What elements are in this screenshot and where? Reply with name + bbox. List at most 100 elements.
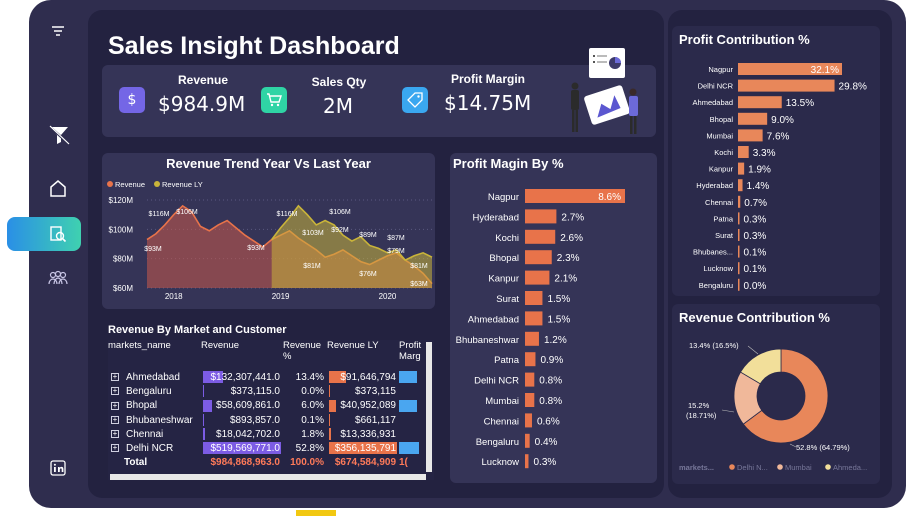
col-revenue[interactable]: Revenue [201, 340, 283, 370]
report-icon[interactable] [44, 222, 72, 246]
table-row[interactable]: + Ahmedabad $132,307,441.0 13.4% $91,646,794 [108, 370, 424, 384]
profit-margin-cell [399, 441, 424, 455]
data-label: $89M [359, 232, 377, 239]
category-label: Nagpur [488, 192, 519, 203]
value-label: 0.3% [533, 457, 556, 468]
table-header-row: markets_name Revenue Revenue % Revenue L… [108, 340, 424, 370]
category-label: Hyderabad [696, 181, 733, 190]
market-name: Bengaluru [126, 385, 172, 397]
expand-icon[interactable]: + [111, 444, 119, 453]
col-revenue-ly[interactable]: Revenue LY [327, 340, 399, 370]
margin-value: $14.75M [444, 91, 532, 115]
market-name-cell: + Bhubaneshwar [108, 413, 201, 427]
revenue-cell: $373,115.0 [201, 384, 283, 398]
expand-icon[interactable]: + [111, 373, 119, 381]
filter-icon[interactable] [44, 20, 72, 42]
bar [738, 112, 768, 125]
value-label: 2.1% [554, 274, 577, 285]
revenue-ly-cell: $13,336,931 [327, 427, 399, 441]
accent-strip [296, 510, 336, 516]
legend-label: Delhi N... [737, 463, 768, 472]
value-label: 0.1% [744, 248, 767, 259]
table-title: Revenue By Market and Customer [108, 324, 287, 336]
revenue-label: Revenue [177, 73, 229, 87]
market-name: Chennai [126, 428, 164, 440]
clear-filter-icon[interactable] [44, 122, 74, 148]
bar [738, 195, 741, 208]
revenue-ly-value: $91,646,794 [340, 371, 396, 383]
col-profit-margin[interactable]: Profit Marg [399, 340, 424, 370]
bar [738, 212, 740, 225]
category-label: Bhopal [489, 253, 519, 264]
table-row[interactable]: + Delhi NCR $519,569,771.0 52.8% $356,135,79… [108, 441, 424, 455]
leader-line [721, 409, 735, 413]
category-label: Surat [496, 294, 519, 305]
value-label: 2.7% [561, 212, 584, 223]
y-tick-label: $60M [113, 284, 133, 293]
bar [525, 209, 557, 224]
table-row[interactable]: + Bengaluru $373,115.0 0.0% $373,115 [108, 384, 424, 398]
customers-icon[interactable] [44, 266, 72, 290]
revenue-value: $893,857.0 [229, 414, 280, 426]
revenue-pct-cell: 0.1% [301, 414, 324, 426]
total-label: Total [124, 457, 148, 469]
category-label: Nagpur [708, 65, 733, 74]
data-label: $92M [331, 227, 349, 234]
bar [525, 393, 535, 407]
revenue-ly-cell: $373,115 [327, 384, 399, 398]
table-row[interactable]: + Chennai $18,042,702.0 1.8% $13,336,931 [108, 427, 424, 441]
legend-label: Revenue LY [162, 180, 203, 189]
y-tick-label: $100M [109, 225, 134, 234]
expand-icon[interactable]: + [111, 430, 119, 439]
expand-icon[interactable]: + [111, 387, 119, 396]
table-scrollbar[interactable] [426, 342, 432, 472]
revenue-value: $519,569,771.0 [210, 443, 280, 455]
total-ly: $674,584,909 [334, 457, 396, 469]
table-row[interactable]: + Bhubaneshwar $893,857.0 0.1% $661,117 [108, 413, 424, 427]
profit-contribution-chart: Nagpur 32.1% Delhi NCR 29.8% Ahmedabad 13.5% B… [693, 63, 867, 292]
category-label: Lucknow [703, 264, 733, 273]
table-row[interactable]: + Bhopal $58,609,861.0 6.0% $40,952,089 [108, 399, 424, 413]
home-icon[interactable] [44, 176, 72, 200]
revenue-cell: $18,042,702.0 [201, 427, 283, 441]
value-label: 3.3% [753, 148, 776, 159]
data-label: $116M [149, 211, 170, 218]
revenue-ly-value: $13,336,931 [340, 428, 396, 440]
revenue-ly-bar [329, 399, 337, 412]
legend-title: markets... [679, 463, 714, 472]
market-name-cell: + Delhi NCR [108, 441, 201, 455]
bar [738, 229, 740, 241]
total-pm: 1( [399, 457, 408, 469]
value-label: 1.5% [547, 314, 570, 325]
revenue-bar [203, 399, 212, 412]
expand-icon[interactable]: + [111, 415, 119, 424]
value-label: 0.1% [744, 264, 767, 275]
data-label: $79M [387, 248, 405, 255]
col-markets[interactable]: markets_name [108, 340, 201, 370]
legend-marker [154, 181, 160, 187]
bar [738, 162, 745, 175]
category-label: Bengaluru [699, 281, 733, 290]
revenue-bar [203, 428, 206, 441]
category-label: Hyderabad [473, 212, 519, 223]
bar [525, 352, 536, 367]
revenue-ly-value: $373,115 [355, 385, 396, 397]
table-hscrollbar[interactable] [110, 474, 426, 480]
tag-icon [402, 87, 428, 113]
value-label: 8.6% [598, 192, 621, 203]
category-label: Mumbai [706, 131, 733, 140]
expand-icon[interactable]: + [111, 401, 119, 410]
page-title: Sales Insight Dashboard [108, 32, 400, 60]
value-label: 7.6% [767, 131, 790, 142]
data-label: $76M [359, 271, 377, 278]
profit-margin-chart: Nagpur 8.6% Hyderabad 2.7% Kochi 2.6% Bhopal 2.… [456, 189, 625, 469]
col-revenue-pct[interactable]: Revenue % [283, 340, 327, 370]
legend-marker [825, 464, 831, 470]
value-label: 0.8% [539, 376, 562, 387]
revenue-ly-bar [329, 413, 330, 426]
linkedin-icon[interactable] [44, 456, 72, 480]
market-name-cell: + Bengaluru [108, 384, 201, 398]
value-label: 0.9% [540, 355, 563, 366]
profit-margin-cell [399, 399, 424, 413]
revenue-pct-cell: 0.0% [301, 385, 324, 397]
